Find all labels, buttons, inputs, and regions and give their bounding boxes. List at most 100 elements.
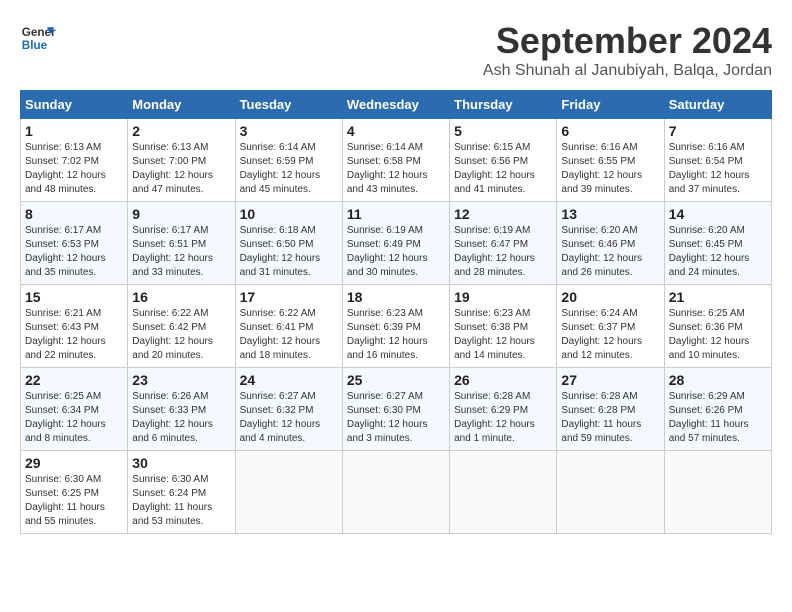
day-number: 23	[132, 372, 230, 388]
day-info: Sunrise: 6:23 AMSunset: 6:38 PMDaylight:…	[454, 307, 552, 363]
day-number: 11	[347, 206, 445, 222]
day-info: Sunrise: 6:16 AMSunset: 6:55 PMDaylight:…	[561, 141, 659, 197]
day-number: 22	[25, 372, 123, 388]
calendar-cell: 6 Sunrise: 6:16 AMSunset: 6:55 PMDaylight…	[557, 119, 664, 202]
calendar-cell: 10 Sunrise: 6:18 AMSunset: 6:50 PMDayligh…	[235, 202, 342, 285]
day-number: 14	[669, 206, 767, 222]
day-number: 27	[561, 372, 659, 388]
day-number: 26	[454, 372, 552, 388]
day-info: Sunrise: 6:13 AMSunset: 7:00 PMDaylight:…	[132, 141, 230, 197]
day-number: 28	[669, 372, 767, 388]
calendar-cell: 5 Sunrise: 6:15 AMSunset: 6:56 PMDaylight…	[450, 119, 557, 202]
calendar-table: SundayMondayTuesdayWednesdayThursdayFrid…	[20, 90, 772, 534]
day-info: Sunrise: 6:18 AMSunset: 6:50 PMDaylight:…	[240, 224, 338, 280]
logo-icon: General Blue	[20, 20, 56, 56]
calendar-cell: 22 Sunrise: 6:25 AMSunset: 6:34 PMDayligh…	[21, 368, 128, 451]
day-info: Sunrise: 6:17 AMSunset: 6:51 PMDaylight:…	[132, 224, 230, 280]
day-info: Sunrise: 6:27 AMSunset: 6:32 PMDaylight:…	[240, 390, 338, 446]
calendar-cell: 23 Sunrise: 6:26 AMSunset: 6:33 PMDayligh…	[128, 368, 235, 451]
day-info: Sunrise: 6:14 AMSunset: 6:58 PMDaylight:…	[347, 141, 445, 197]
calendar-cell: 27 Sunrise: 6:28 AMSunset: 6:28 PMDayligh…	[557, 368, 664, 451]
calendar-week-row: 15 Sunrise: 6:21 AMSunset: 6:43 PMDayligh…	[21, 285, 772, 368]
day-info: Sunrise: 6:23 AMSunset: 6:39 PMDaylight:…	[347, 307, 445, 363]
weekday-header: Tuesday	[235, 91, 342, 119]
day-info: Sunrise: 6:30 AMSunset: 6:25 PMDaylight:…	[25, 473, 123, 529]
day-info: Sunrise: 6:20 AMSunset: 6:45 PMDaylight:…	[669, 224, 767, 280]
weekday-header: Friday	[557, 91, 664, 119]
calendar-cell	[664, 451, 771, 534]
calendar-cell: 17 Sunrise: 6:22 AMSunset: 6:41 PMDayligh…	[235, 285, 342, 368]
calendar-cell: 24 Sunrise: 6:27 AMSunset: 6:32 PMDayligh…	[235, 368, 342, 451]
calendar-cell: 13 Sunrise: 6:20 AMSunset: 6:46 PMDayligh…	[557, 202, 664, 285]
day-number: 29	[25, 455, 123, 471]
day-number: 8	[25, 206, 123, 222]
day-info: Sunrise: 6:17 AMSunset: 6:53 PMDaylight:…	[25, 224, 123, 280]
calendar-cell: 14 Sunrise: 6:20 AMSunset: 6:45 PMDayligh…	[664, 202, 771, 285]
day-number: 7	[669, 123, 767, 139]
calendar-cell: 2 Sunrise: 6:13 AMSunset: 7:00 PMDaylight…	[128, 119, 235, 202]
day-number: 10	[240, 206, 338, 222]
day-info: Sunrise: 6:30 AMSunset: 6:24 PMDaylight:…	[132, 473, 230, 529]
calendar-cell	[450, 451, 557, 534]
calendar-cell: 1 Sunrise: 6:13 AMSunset: 7:02 PMDaylight…	[21, 119, 128, 202]
day-number: 1	[25, 123, 123, 139]
day-info: Sunrise: 6:19 AMSunset: 6:49 PMDaylight:…	[347, 224, 445, 280]
calendar-cell: 28 Sunrise: 6:29 AMSunset: 6:26 PMDayligh…	[664, 368, 771, 451]
day-number: 19	[454, 289, 552, 305]
weekday-header: Saturday	[664, 91, 771, 119]
day-number: 9	[132, 206, 230, 222]
day-info: Sunrise: 6:16 AMSunset: 6:54 PMDaylight:…	[669, 141, 767, 197]
calendar-week-row: 8 Sunrise: 6:17 AMSunset: 6:53 PMDaylight…	[21, 202, 772, 285]
day-number: 6	[561, 123, 659, 139]
calendar-cell	[557, 451, 664, 534]
logo: General Blue	[20, 20, 56, 56]
calendar-week-row: 1 Sunrise: 6:13 AMSunset: 7:02 PMDaylight…	[21, 119, 772, 202]
weekday-header: Sunday	[21, 91, 128, 119]
day-info: Sunrise: 6:14 AMSunset: 6:59 PMDaylight:…	[240, 141, 338, 197]
day-info: Sunrise: 6:25 AMSunset: 6:36 PMDaylight:…	[669, 307, 767, 363]
day-number: 18	[347, 289, 445, 305]
calendar-cell: 9 Sunrise: 6:17 AMSunset: 6:51 PMDaylight…	[128, 202, 235, 285]
day-info: Sunrise: 6:20 AMSunset: 6:46 PMDaylight:…	[561, 224, 659, 280]
calendar-cell: 15 Sunrise: 6:21 AMSunset: 6:43 PMDayligh…	[21, 285, 128, 368]
calendar-cell: 19 Sunrise: 6:23 AMSunset: 6:38 PMDayligh…	[450, 285, 557, 368]
day-number: 16	[132, 289, 230, 305]
day-number: 17	[240, 289, 338, 305]
day-info: Sunrise: 6:19 AMSunset: 6:47 PMDaylight:…	[454, 224, 552, 280]
day-info: Sunrise: 6:22 AMSunset: 6:41 PMDaylight:…	[240, 307, 338, 363]
calendar-cell: 18 Sunrise: 6:23 AMSunset: 6:39 PMDayligh…	[342, 285, 449, 368]
calendar-cell: 25Sunrise: 6:27 AMSunset: 6:30 PMDayligh…	[342, 368, 449, 451]
day-info: Sunrise: 6:26 AMSunset: 6:33 PMDaylight:…	[132, 390, 230, 446]
day-number: 13	[561, 206, 659, 222]
day-number: 4	[347, 123, 445, 139]
calendar-cell: 20Sunrise: 6:24 AMSunset: 6:37 PMDayligh…	[557, 285, 664, 368]
calendar-cell: 21 Sunrise: 6:25 AMSunset: 6:36 PMDayligh…	[664, 285, 771, 368]
day-info: Sunrise: 6:28 AMSunset: 6:29 PMDaylight:…	[454, 390, 552, 446]
day-info: Sunrise: 6:28 AMSunset: 6:28 PMDaylight:…	[561, 390, 659, 446]
day-number: 5	[454, 123, 552, 139]
calendar-cell: 4 Sunrise: 6:14 AMSunset: 6:58 PMDaylight…	[342, 119, 449, 202]
svg-text:Blue: Blue	[22, 39, 48, 52]
location-title: Ash Shunah al Janubiyah, Balqa, Jordan	[483, 62, 772, 80]
day-number: 12	[454, 206, 552, 222]
calendar-cell: 29 Sunrise: 6:30 AMSunset: 6:25 PMDayligh…	[21, 451, 128, 534]
calendar-cell	[235, 451, 342, 534]
calendar-cell: 16Sunrise: 6:22 AMSunset: 6:42 PMDayligh…	[128, 285, 235, 368]
calendar-cell: 3Sunrise: 6:14 AMSunset: 6:59 PMDaylight…	[235, 119, 342, 202]
day-info: Sunrise: 6:25 AMSunset: 6:34 PMDaylight:…	[25, 390, 123, 446]
day-info: Sunrise: 6:29 AMSunset: 6:26 PMDaylight:…	[669, 390, 767, 446]
day-number: 21	[669, 289, 767, 305]
calendar-cell: 7 Sunrise: 6:16 AMSunset: 6:54 PMDaylight…	[664, 119, 771, 202]
day-info: Sunrise: 6:15 AMSunset: 6:56 PMDaylight:…	[454, 141, 552, 197]
day-number: 15	[25, 289, 123, 305]
calendar-week-row: 22 Sunrise: 6:25 AMSunset: 6:34 PMDayligh…	[21, 368, 772, 451]
day-info: Sunrise: 6:21 AMSunset: 6:43 PMDaylight:…	[25, 307, 123, 363]
day-info: Sunrise: 6:27 AMSunset: 6:30 PMDaylight:…	[347, 390, 445, 446]
day-number: 2	[132, 123, 230, 139]
day-info: Sunrise: 6:13 AMSunset: 7:02 PMDaylight:…	[25, 141, 123, 197]
title-section: September 2024 Ash Shunah al Janubiyah, …	[483, 20, 772, 80]
calendar-cell: 26 Sunrise: 6:28 AMSunset: 6:29 PMDayligh…	[450, 368, 557, 451]
day-number: 30	[132, 455, 230, 471]
weekday-header: Monday	[128, 91, 235, 119]
day-number: 24	[240, 372, 338, 388]
